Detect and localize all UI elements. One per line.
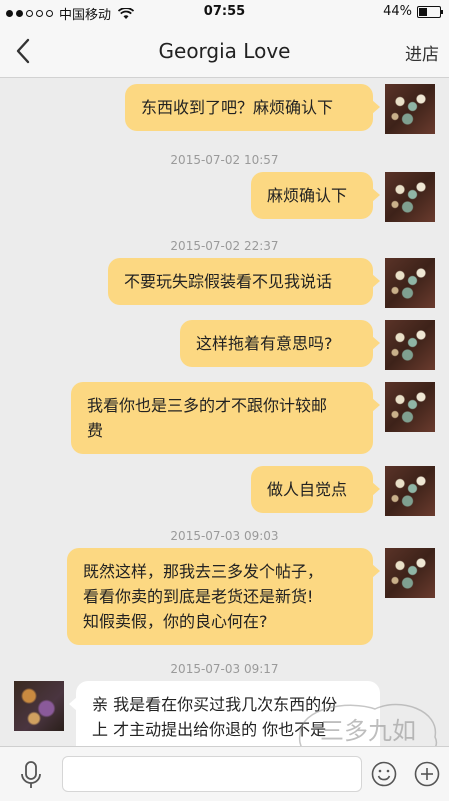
message-bubble[interactable]: 既然这样，那我去三多发个帖子， 看看你卖的到底是老货还是新货! 知假卖假，你的良… [67, 548, 380, 645]
message-timestamp: 2015-07-02 22:37 [170, 239, 279, 253]
message-bubble[interactable]: 这样拖着有意思吗? [180, 320, 380, 367]
avatar[interactable] [385, 382, 435, 432]
message-bubble[interactable]: 做人自觉点 [251, 466, 380, 513]
message-row: 亲 我是看在你买过我几次东西的份 上 才主动提出给你退的 你也不是 没买过我东西… [0, 681, 449, 746]
message-bubble[interactable]: 东西收到了吧？麻烦确认下 [125, 84, 380, 131]
message-timestamp: 2015-07-02 10:57 [170, 153, 279, 167]
message-bubble[interactable]: 不要玩失踪假装看不见我说话 [108, 258, 380, 305]
chat-title: Georgia Love [158, 39, 291, 63]
avatar[interactable] [385, 258, 435, 308]
enter-shop-button[interactable]: 进店 [405, 40, 439, 65]
battery-status: 44% [383, 4, 443, 19]
avatar[interactable] [385, 548, 435, 598]
message-input[interactable] [62, 756, 362, 792]
clock: 07:55 [203, 4, 246, 19]
message-timestamp: 2015-07-03 09:17 [170, 662, 279, 676]
message-row: 不要玩失踪假装看不见我说话 [0, 258, 449, 308]
chat-message-list[interactable]: 东西收到了吧？麻烦确认下 2015-07-02 10:57 麻烦确认下 2015… [0, 78, 449, 746]
more-options-button[interactable] [414, 761, 440, 787]
battery-icon [417, 5, 443, 18]
avatar[interactable] [385, 172, 435, 222]
smiley-icon [371, 761, 397, 787]
message-row: 做人自觉点 [0, 466, 449, 516]
message-row: 我看你也是三多的才不跟你计较邮 费 [0, 382, 449, 454]
message-row: 麻烦确认下 [0, 172, 449, 222]
message-bubble[interactable]: 我看你也是三多的才不跟你计较邮 费 [71, 382, 380, 454]
avatar[interactable] [385, 466, 435, 516]
avatar[interactable] [14, 681, 64, 731]
message-row: 既然这样，那我去三多发个帖子， 看看你卖的到底是老货还是新货! 知假卖假，你的良… [0, 548, 449, 645]
plus-circle-icon [414, 761, 440, 787]
navigation-bar: Georgia Love 进店 [0, 25, 449, 78]
avatar[interactable] [385, 84, 435, 134]
message-bubble[interactable]: 亲 我是看在你买过我几次东西的份 上 才主动提出给你退的 你也不是 没买过我东西… [69, 681, 380, 746]
input-bar [0, 746, 449, 801]
message-bubble[interactable]: 麻烦确认下 [251, 172, 380, 219]
emoji-button[interactable] [371, 761, 397, 787]
status-bar: 中国移动 07:55 44% [0, 0, 449, 25]
message-timestamp: 2015-07-03 09:03 [170, 529, 279, 543]
message-row: 东西收到了吧？麻烦确认下 [0, 84, 449, 134]
message-row: 这样拖着有意思吗? [0, 320, 449, 370]
battery-percent: 44% [383, 4, 412, 19]
voice-input-button[interactable] [18, 760, 44, 790]
microphone-icon [21, 761, 41, 788]
avatar[interactable] [385, 320, 435, 370]
